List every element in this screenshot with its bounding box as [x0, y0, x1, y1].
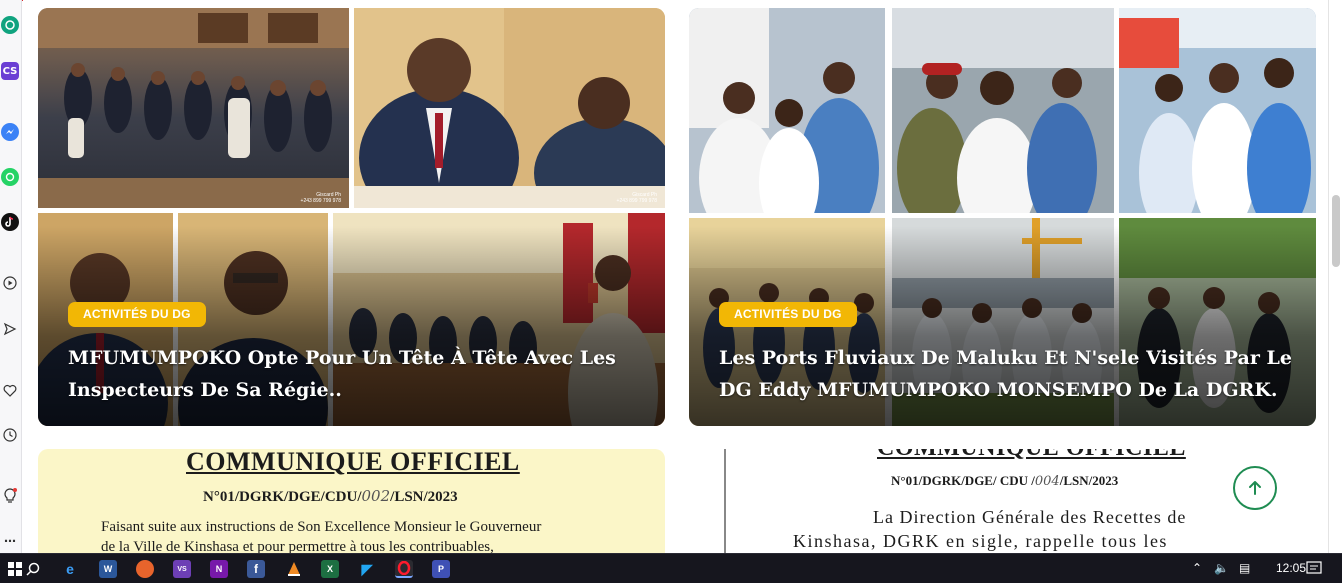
photo-port-group-3	[1119, 8, 1316, 233]
visual-studio-icon[interactable]: VS	[173, 560, 191, 578]
doc-ref-prefix-2: N°01/DGRK/DGE/ CDU /	[891, 473, 1035, 488]
photo-credit-1: Giscard Ph +243 899 799 978	[301, 192, 341, 204]
doc-ref-suffix-1: /LSN/2023	[390, 489, 458, 505]
photo-port-group-1	[689, 8, 885, 238]
tray-chevron-icon[interactable]: ⌃	[1192, 561, 1202, 575]
doc-ref-prefix-1: N°01/DGRK/DGE/CDU/	[203, 489, 362, 505]
lightbulb-icon[interactable]	[2, 487, 18, 505]
doc-ref-hand-2: 004	[1034, 474, 1060, 489]
scrollbar-thumb[interactable]	[1332, 195, 1340, 267]
doc-title-2: COMMUNIQUE OFFICIEL	[877, 449, 1186, 462]
category-badge-1[interactable]: ACTIVITÉS DU DG	[68, 302, 206, 327]
doc-body-line1-1: Faisant suite aux instructions de Son Ex…	[101, 519, 542, 535]
doc-edge-line	[724, 449, 726, 553]
page-content: Giscard Ph +243 899 799 978 Giscard Ph +…	[23, 0, 1328, 553]
photo-credit-line2: +243 899 799 978	[300, 198, 341, 204]
article-title-1[interactable]: MFUMUMPOKO Opte Pour Un Tête À Tête Avec…	[68, 342, 643, 406]
play-icon[interactable]	[2, 274, 18, 292]
more-icon[interactable]: ⋯	[2, 532, 18, 550]
arrow-up-icon	[1249, 481, 1261, 495]
photo-credit-2: Giscard Ph +243 899 799 978	[617, 192, 657, 204]
word-icon[interactable]: W	[99, 560, 117, 578]
photo-port-group-2	[892, 8, 1114, 238]
doc-reference-1: N°01/DGRK/DGE/CDU/002/LSN/2023	[203, 487, 458, 506]
windows-taskbar: e W VS N f X ◤ P ⌃ 🔈 ▤ 12:05	[0, 553, 1342, 583]
clock-icon[interactable]	[2, 426, 18, 444]
doc-body-line1-2: La Direction Générale des Recettes de	[873, 507, 1187, 527]
document-preview-2[interactable]: COMMUNIQUE OFFICIEL N°01/DGRK/DGE/ CDU /…	[689, 449, 1316, 553]
action-center-icon[interactable]	[1305, 559, 1323, 580]
send-icon[interactable]	[2, 320, 18, 338]
onenote-icon[interactable]: N	[210, 560, 228, 578]
search-icon[interactable]	[24, 560, 42, 578]
back-to-top-button[interactable]	[1233, 466, 1277, 510]
port-group-illustration-1	[689, 8, 885, 238]
notifications-icon[interactable]: ▤	[1239, 561, 1250, 575]
heart-icon[interactable]	[2, 381, 18, 399]
volume-icon[interactable]: 🔈	[1214, 561, 1229, 575]
messenger-icon[interactable]	[1, 123, 19, 141]
doc-body-line2-1: de la Ville de Kinshasa et pour permettr…	[101, 539, 494, 553]
tiktok-icon[interactable]	[1, 213, 19, 231]
opera-icon[interactable]	[395, 560, 413, 578]
facebook-icon[interactable]: f	[247, 560, 265, 578]
browser-sidebar: CS ⋯	[0, 0, 22, 553]
cs-icon[interactable]: CS	[1, 62, 19, 80]
chatgpt-icon[interactable]	[1, 16, 19, 34]
firefox-icon[interactable]	[136, 560, 154, 578]
doc-reference-2: N°01/DGRK/DGE/ CDU /004/LSN/2023	[891, 473, 1118, 489]
taskbar-clock[interactable]: 12:05	[1276, 561, 1306, 575]
doc-title-1: COMMUNIQUE OFFICIEL	[186, 449, 520, 476]
port-group-illustration-3	[1119, 8, 1316, 233]
document-preview-1[interactable]: COMMUNIQUE OFFICIEL N°01/DGRK/DGE/CDU/00…	[38, 449, 665, 553]
vscode-icon[interactable]: ◤	[358, 560, 376, 578]
photo-audience: Giscard Ph +243 899 799 978	[38, 8, 349, 208]
article-card-1[interactable]: Giscard Ph +243 899 799 978 Giscard Ph +…	[38, 8, 665, 426]
doc-ref-hand-1: 002	[361, 487, 391, 505]
officials-illustration	[354, 8, 665, 228]
vlc-icon[interactable]	[285, 560, 303, 578]
whatsapp-icon[interactable]	[1, 168, 19, 186]
category-badge-2[interactable]: ACTIVITÉS DU DG	[719, 302, 857, 327]
photo-officials: Giscard Ph +243 899 799 978	[354, 8, 665, 228]
audience-illustration	[38, 8, 349, 208]
doc-body-line2-2: Kinshasa, DGRK en sigle, rappelle tous l…	[793, 531, 1168, 551]
excel-icon[interactable]: X	[321, 560, 339, 578]
port-group-illustration-2	[892, 8, 1114, 238]
app-icon[interactable]: P	[432, 560, 450, 578]
photo-credit-line2: +243 899 799 978	[616, 198, 657, 204]
start-icon[interactable]	[6, 560, 24, 578]
cs-icon-label: CS	[2, 65, 18, 77]
edge-icon[interactable]: e	[61, 560, 79, 578]
doc-ref-suffix-2: /LSN/2023	[1059, 473, 1119, 488]
page-scrollbar[interactable]	[1328, 0, 1342, 553]
article-card-2[interactable]: ACTIVITÉS DU DG Les Ports Fluviaux De Ma…	[689, 8, 1316, 426]
article-title-2[interactable]: Les Ports Fluviaux De Maluku Et N'sele V…	[719, 342, 1294, 406]
